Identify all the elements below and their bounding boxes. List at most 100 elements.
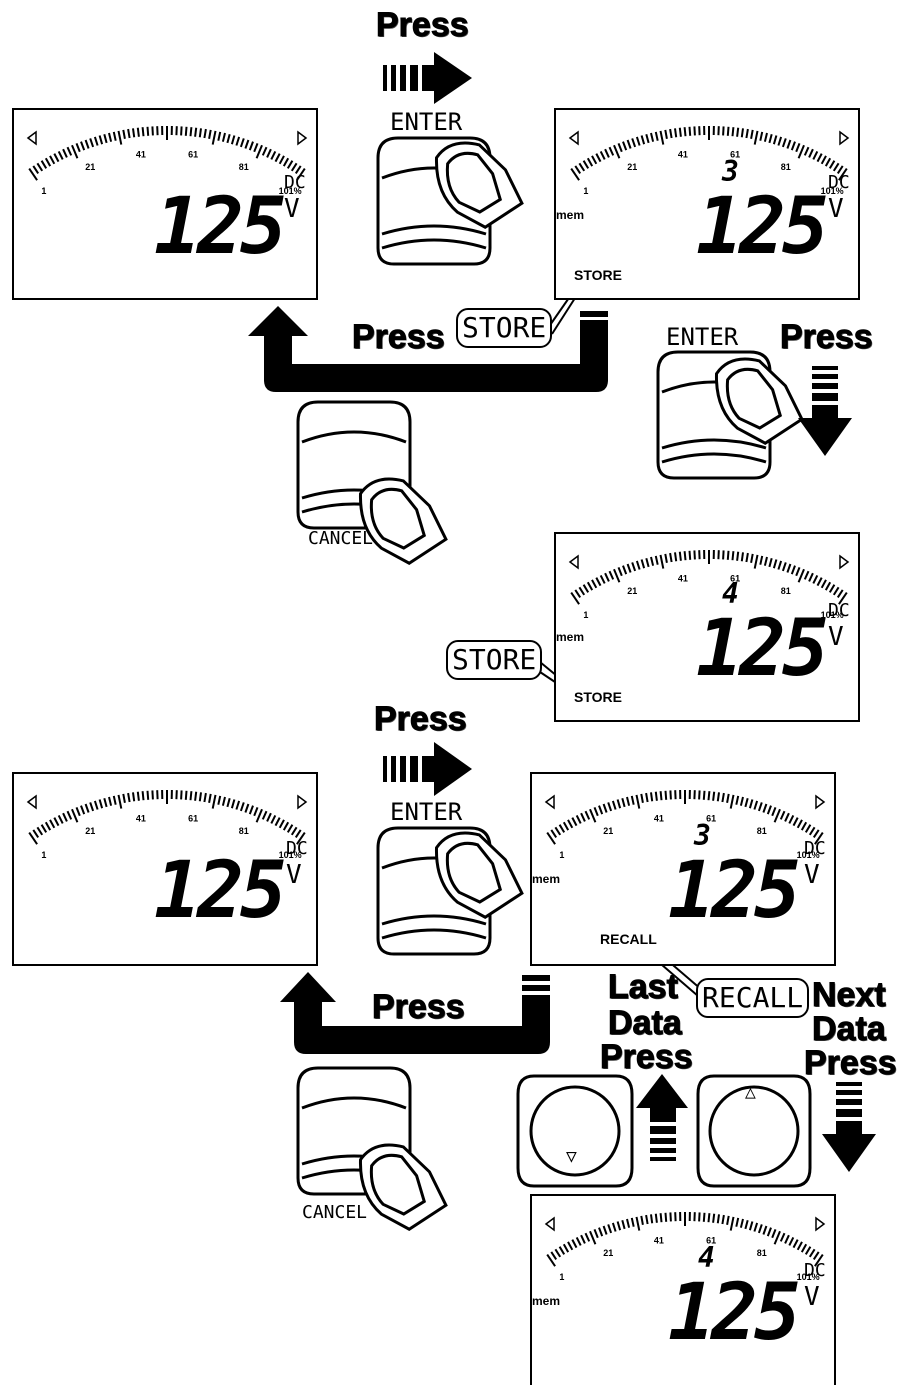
scale-tick	[753, 130, 759, 145]
enter-key-bottom[interactable]	[376, 826, 533, 956]
scale-tick-label: 81	[239, 162, 249, 172]
reading: 125	[668, 1268, 801, 1358]
scale-tick	[832, 586, 840, 596]
scale-tick	[75, 143, 81, 153]
scale-tick	[194, 127, 198, 137]
store-button[interactable]: STORE	[456, 308, 553, 348]
scale-tick	[795, 143, 801, 153]
scale-tick	[584, 1232, 591, 1242]
scale-tick	[595, 153, 602, 163]
scale-tick	[631, 138, 637, 148]
scale-right-triangle-icon	[839, 130, 850, 146]
scale-tick	[757, 802, 763, 812]
scale-tick-label: 81	[781, 586, 791, 596]
scale-tick	[286, 160, 294, 169]
scale-tick	[44, 821, 52, 831]
scale-tick	[664, 129, 668, 139]
scale-tick	[781, 562, 787, 572]
scale-tick-label: 41	[136, 814, 146, 824]
scale-tick	[781, 138, 787, 148]
scale-tick	[189, 127, 193, 137]
down-triangle-icon: ▽	[566, 1146, 577, 1167]
scale-tick	[812, 574, 819, 584]
next-data-label-1: Next	[812, 976, 887, 1014]
scale-tick	[659, 791, 663, 801]
scale-tick	[678, 551, 682, 561]
scale-tick	[702, 790, 706, 800]
scale-tick	[230, 135, 236, 145]
scale-tick	[654, 791, 658, 801]
scale-tick	[221, 796, 226, 806]
scale-tick	[731, 127, 735, 137]
scale-tick	[622, 141, 628, 151]
scale-tick	[558, 824, 566, 833]
scale-tick	[650, 1214, 654, 1224]
scale-tick	[93, 136, 99, 146]
scale-tick	[659, 1213, 663, 1223]
scale-tick	[598, 805, 604, 815]
up-triangle-icon: △	[745, 1082, 756, 1103]
scale-tick	[294, 829, 302, 838]
scale-tick	[586, 157, 594, 167]
unit-v: V	[286, 860, 302, 890]
scale-tick	[836, 589, 844, 598]
scale-tick	[763, 132, 768, 142]
enter-key-label: ENTER	[666, 323, 739, 351]
scale-tick	[740, 552, 744, 562]
scale-left-triangle-icon	[26, 794, 37, 810]
recall-button[interactable]: RECALL	[696, 978, 810, 1018]
enter-key-top[interactable]	[376, 136, 533, 266]
scale-tick	[674, 552, 678, 562]
lcd-display-1: 1 21 41 61 81 101% 125 DC V	[12, 108, 318, 300]
scale-tick	[266, 148, 272, 158]
scale-tick	[71, 808, 79, 823]
scale-tick	[635, 1216, 641, 1231]
scale-tick	[726, 793, 730, 803]
scale-tick	[626, 563, 632, 573]
scale-tick	[613, 568, 621, 583]
scale-tick	[574, 165, 582, 174]
scale-tick	[282, 821, 290, 831]
scale-tick	[578, 586, 586, 596]
scale-tick	[664, 1212, 668, 1222]
scale-tick-label: 41	[654, 814, 664, 824]
scale-tick	[198, 128, 202, 138]
scale-tick	[278, 819, 285, 829]
scale-tick	[645, 557, 650, 568]
scale-tick	[571, 1239, 578, 1249]
scale-tick	[664, 790, 668, 800]
scale-tick	[757, 1224, 763, 1234]
scale-tick	[278, 155, 285, 165]
scale-tick	[768, 557, 773, 568]
store-button[interactable]: STORE	[446, 640, 543, 680]
unit-v: V	[828, 194, 844, 224]
scale-tick	[773, 808, 781, 823]
unit-dc: DC	[284, 172, 306, 193]
scale-tick	[753, 1222, 759, 1232]
press-label: Press	[780, 318, 874, 356]
scale-tick	[593, 1229, 599, 1239]
scale-tick	[626, 796, 631, 806]
last-data-dial[interactable]	[516, 1074, 634, 1188]
scale-tick	[716, 792, 720, 802]
scale-tick	[180, 126, 183, 136]
scale-tick	[80, 805, 86, 815]
scale-tick	[779, 810, 786, 820]
scale-tick	[98, 135, 104, 145]
scale-tick	[645, 1214, 649, 1225]
scale-tick	[584, 810, 591, 820]
enter-key-right[interactable]	[656, 350, 813, 480]
scale-tick	[630, 1217, 635, 1227]
scale-tick	[788, 1236, 795, 1246]
scale-tick	[580, 812, 586, 822]
scale-tick	[608, 570, 615, 580]
scale-tick	[255, 808, 263, 823]
scale-tick	[816, 153, 823, 163]
scale-tick	[127, 128, 131, 139]
scale-tick	[270, 150, 277, 160]
bar-scale: 12141 6181101%	[544, 789, 826, 860]
scale-tick	[217, 131, 222, 141]
scale-tick	[230, 799, 236, 809]
scale-tick	[790, 141, 796, 151]
scale-tick	[239, 802, 245, 812]
